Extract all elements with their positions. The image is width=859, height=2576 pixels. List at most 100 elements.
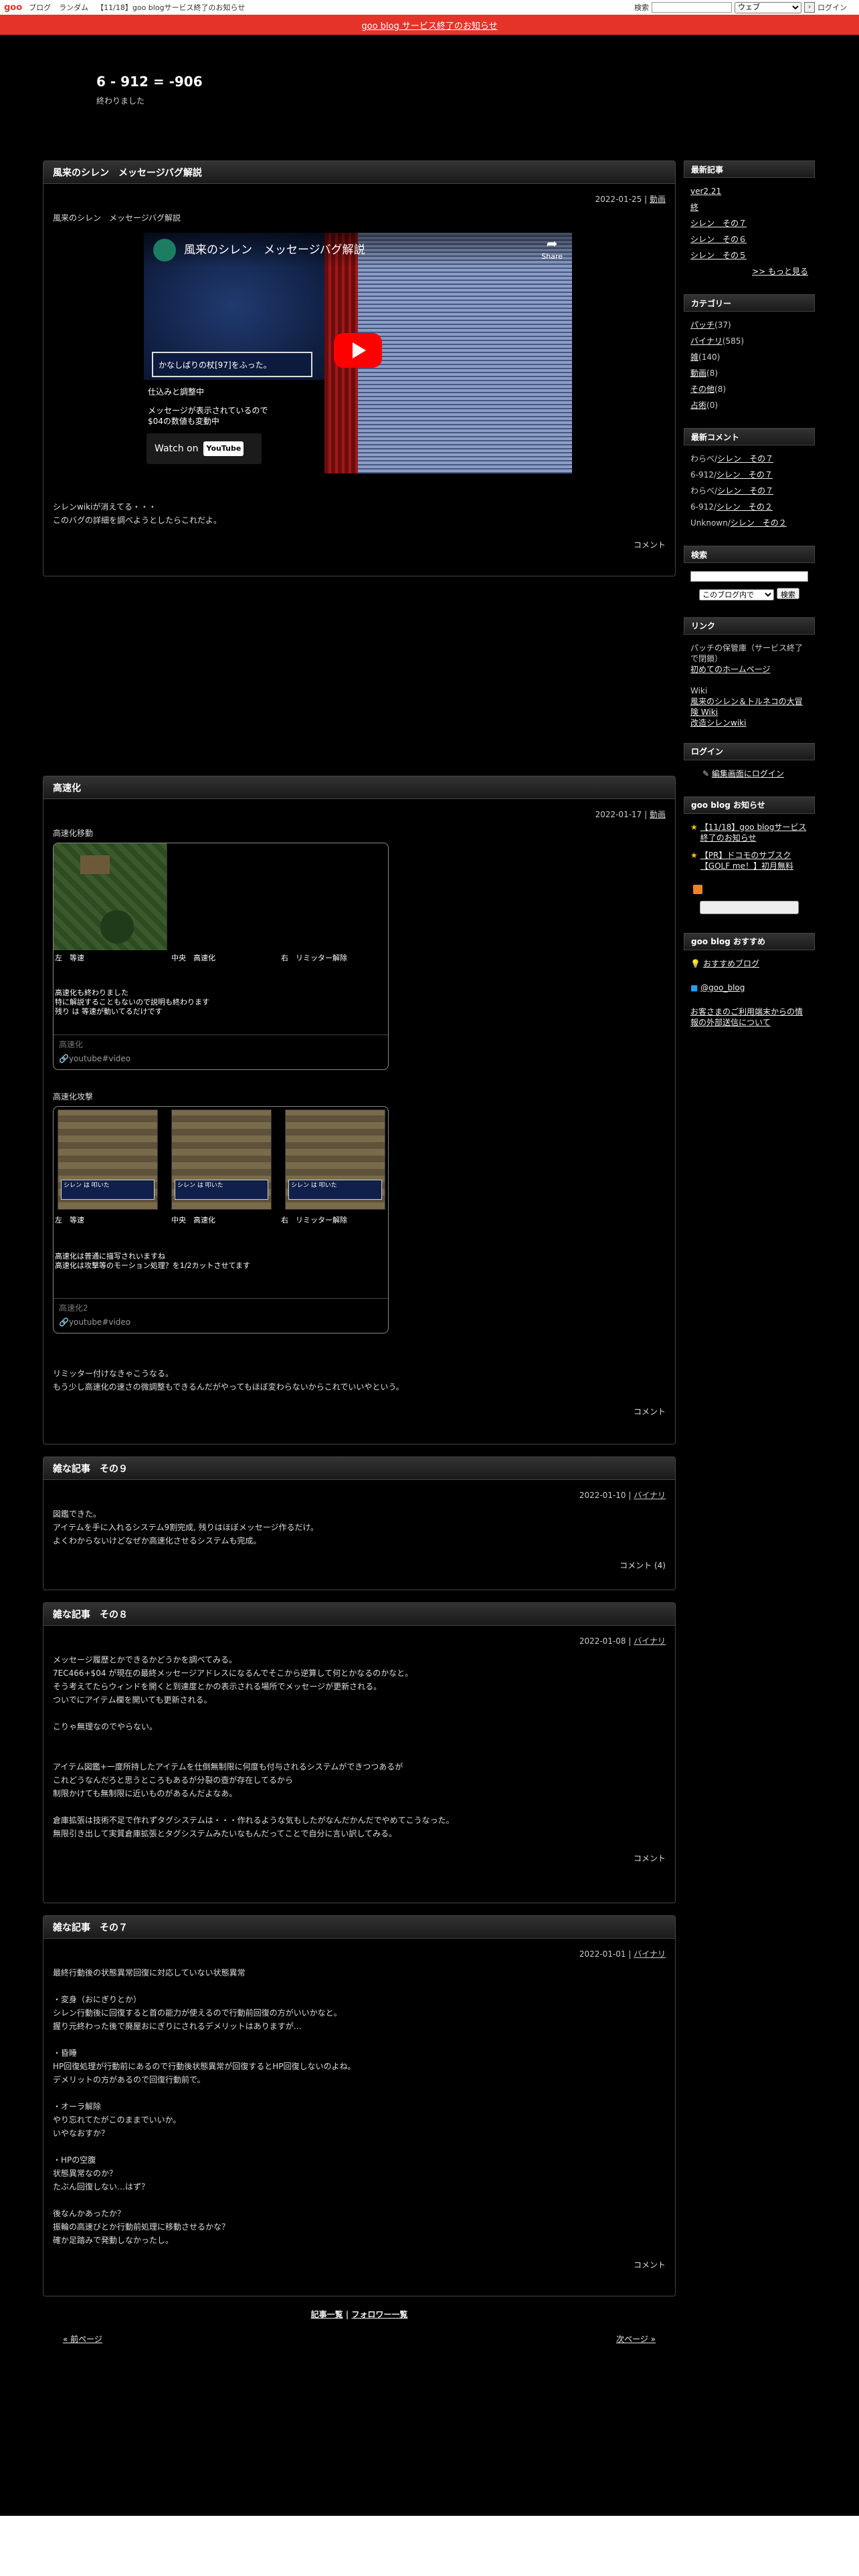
search-go-icon[interactable]: ›: [804, 2, 815, 13]
recent-post-link[interactable]: シレン その５: [690, 251, 747, 260]
follower-list-link[interactable]: フォロワー一覧: [351, 2310, 407, 2319]
sidebar-heading: 検索: [684, 546, 815, 563]
comment-post-link[interactable]: シレン その７: [717, 454, 773, 463]
blog-title[interactable]: 6 - 912 = -906: [96, 74, 203, 90]
entry-title[interactable]: 風来のシレン メッセージバグ解説: [43, 161, 675, 184]
recommend-blog-link[interactable]: おすすめブログ: [703, 959, 759, 968]
entry-category[interactable]: バイナリ: [634, 1636, 666, 1646]
entry-line: リミッター付けなきゃこうなる。: [53, 1369, 174, 1378]
entry-title[interactable]: 雑な記事 その７: [43, 1916, 675, 1939]
sidebar-heading: 最新記事: [684, 160, 815, 178]
entry-line: 振輪の高速びとか行動前処理に移動させるかな？: [53, 2222, 230, 2232]
category-link[interactable]: 動画: [690, 368, 706, 378]
category-link[interactable]: バイナリ: [690, 336, 723, 346]
entry-title[interactable]: 雑な記事 その８: [43, 1603, 675, 1626]
category-link[interactable]: パッチ: [690, 320, 714, 330]
youtube-embed[interactable]: かなしばりの杖[97]をふった。 仕込みと調整中 メッセージが表示されているので…: [144, 233, 572, 473]
link-homepage[interactable]: 初めてのホームページ: [690, 665, 770, 674]
recent-post-link[interactable]: ver2.21: [690, 187, 721, 196]
video-title[interactable]: 風来のシレン メッセージバグ解説: [184, 243, 365, 257]
label-left: 左 等速: [55, 954, 84, 962]
comment-post-link[interactable]: シレン その７: [717, 486, 773, 496]
category-link[interactable]: 占術: [690, 401, 706, 410]
comment-post-link[interactable]: シレン その２: [731, 518, 787, 528]
entry-line: ・HPの空腹: [53, 2155, 96, 2165]
label-left: 左 等速: [55, 1216, 84, 1224]
star-icon: ★: [690, 822, 698, 832]
recent-post-link[interactable]: 終: [690, 203, 698, 212]
comment-post-link[interactable]: シレン その７: [717, 470, 773, 479]
recent-post-link[interactable]: シレン その６: [690, 235, 747, 244]
rss-icon[interactable]: [693, 884, 702, 894]
goo-news-link[interactable]: 【11/18】goo blogサービス終了のお知らせ: [700, 822, 808, 843]
entry-date: 2022-01-08: [579, 1636, 626, 1646]
entry: 雑な記事 その７ 2022-01-01 | バイナリ 最終行動後の状態異常回復に…: [43, 1915, 676, 2296]
label-right: 右 リミッター解除: [281, 954, 347, 962]
entry-footer: コメント (4): [43, 1554, 675, 1582]
web-search-input[interactable]: [652, 2, 732, 13]
entry-category[interactable]: バイナリ: [634, 1949, 666, 1959]
watch-on-youtube-button[interactable]: Watch on YouTube: [147, 433, 262, 464]
entry-line: これどうなんだろと思うところもあるが分裂の壺が存在してるから: [53, 1776, 293, 1785]
login-box: ログイン ✎ 編集画面にログイン: [684, 742, 815, 786]
comment-link[interactable]: コメント (4): [619, 1561, 666, 1570]
more-link[interactable]: >> もっと見る: [752, 267, 808, 276]
link-kaizo-wiki[interactable]: 改造シレンwiki: [690, 718, 746, 728]
topbar-link-notice[interactable]: 【11/18】goo blogサービス終了のお知らせ: [96, 2, 245, 13]
comment-link[interactable]: コメント: [634, 2260, 666, 2270]
play-icon[interactable]: [334, 333, 382, 368]
comment-post-link[interactable]: シレン その２: [717, 502, 773, 512]
sidebar-heading: ログイン: [684, 742, 815, 760]
goo-news-link[interactable]: 【PR】ドコモのサブスク【GOLF me！】初月無料: [700, 850, 808, 871]
channel-avatar[interactable]: [153, 239, 176, 261]
goo-blog-button[interactable]: goo blog: [700, 900, 799, 914]
external-info-link[interactable]: お客さまのご利用端末からの情報の外部送信について: [690, 1007, 803, 1027]
video-card-link[interactable]: 🔗youtube#video: [54, 1315, 388, 1333]
topbar-link-blog[interactable]: ブログ: [29, 2, 51, 13]
sidebar-heading: カテゴリー: [684, 294, 815, 312]
pencil-icon: ✎: [702, 768, 710, 778]
entry-list-link[interactable]: 記事一覧: [311, 2310, 343, 2319]
video-card-title[interactable]: 高速化: [54, 1035, 388, 1052]
category-link[interactable]: その他: [690, 385, 714, 394]
blog-search-input[interactable]: [690, 571, 808, 582]
entry-line: 確か足踏みで発動しなかったし。: [53, 2236, 174, 2245]
search-label: 検索: [634, 3, 649, 12]
topbar-link-random[interactable]: ランダム: [59, 2, 88, 13]
entry-date: 2022-01-25: [595, 195, 642, 204]
login-link[interactable]: ログイン: [818, 2, 847, 13]
video-thumbnail: [54, 843, 167, 950]
share-button[interactable]: ➦ Share: [541, 237, 563, 263]
blog-search-button[interactable]: 検索: [776, 587, 799, 599]
blog-search-box: 検索 このブログ内で 検索: [684, 546, 815, 607]
entry-title[interactable]: 高速化: [43, 776, 675, 799]
recent-post-link[interactable]: シレン その７: [690, 219, 747, 228]
service-end-link[interactable]: goo blog サービス終了のお知らせ: [361, 19, 497, 31]
entry-category[interactable]: バイナリ: [634, 1491, 666, 1500]
entry-footer: コメント: [43, 1400, 675, 1428]
sidebar-heading: goo blog おすすめ: [684, 932, 815, 950]
video-card-title[interactable]: 高速化2: [54, 1298, 388, 1315]
video-card[interactable]: 左 等速 中央 高速化 右 リミッター解除 高速化も終わりました 特に解説するこ…: [53, 843, 389, 1070]
category-link[interactable]: 雑: [690, 352, 698, 362]
link-wiki[interactable]: 風来のシレン＆トルネコの大冒険 Wiki: [690, 697, 803, 717]
comment-link[interactable]: コメント: [634, 1854, 666, 1863]
next-page-link[interactable]: 次ページ »: [616, 2333, 656, 2345]
blog-description: 終わりました: [96, 96, 145, 106]
prev-page-link[interactable]: « 前ページ: [63, 2333, 102, 2345]
entry-body: 風来のシレン メッセージバグ解説 かなしばりの杖[97]をふった。 仕込みと調整…: [43, 209, 675, 534]
video-card-link[interactable]: 🔗youtube#video: [54, 1052, 388, 1069]
entry-title[interactable]: 雑な記事 その９: [43, 1457, 675, 1480]
blog-search-scope[interactable]: このブログ内で: [699, 589, 775, 601]
entry-category[interactable]: 動画: [650, 195, 666, 204]
entry-date: 2022-01-10: [579, 1491, 626, 1500]
search-scope-select[interactable]: ウェブ: [735, 1, 801, 13]
comment-link[interactable]: コメント: [634, 540, 666, 550]
goo-logo[interactable]: goo: [4, 3, 22, 13]
twitter-link[interactable]: @goo_blog: [700, 983, 745, 992]
video-card[interactable]: シレン は 叩いた シレン は 叩いた シレン は 叩いた 左 等速 中央 高速…: [53, 1106, 389, 1333]
edit-login-link[interactable]: 編集画面にログイン: [712, 769, 784, 778]
entry-category[interactable]: 動画: [650, 810, 666, 819]
comment-link[interactable]: コメント: [634, 1407, 666, 1416]
video-thumbnail: シレン は 叩いた: [285, 1109, 385, 1210]
